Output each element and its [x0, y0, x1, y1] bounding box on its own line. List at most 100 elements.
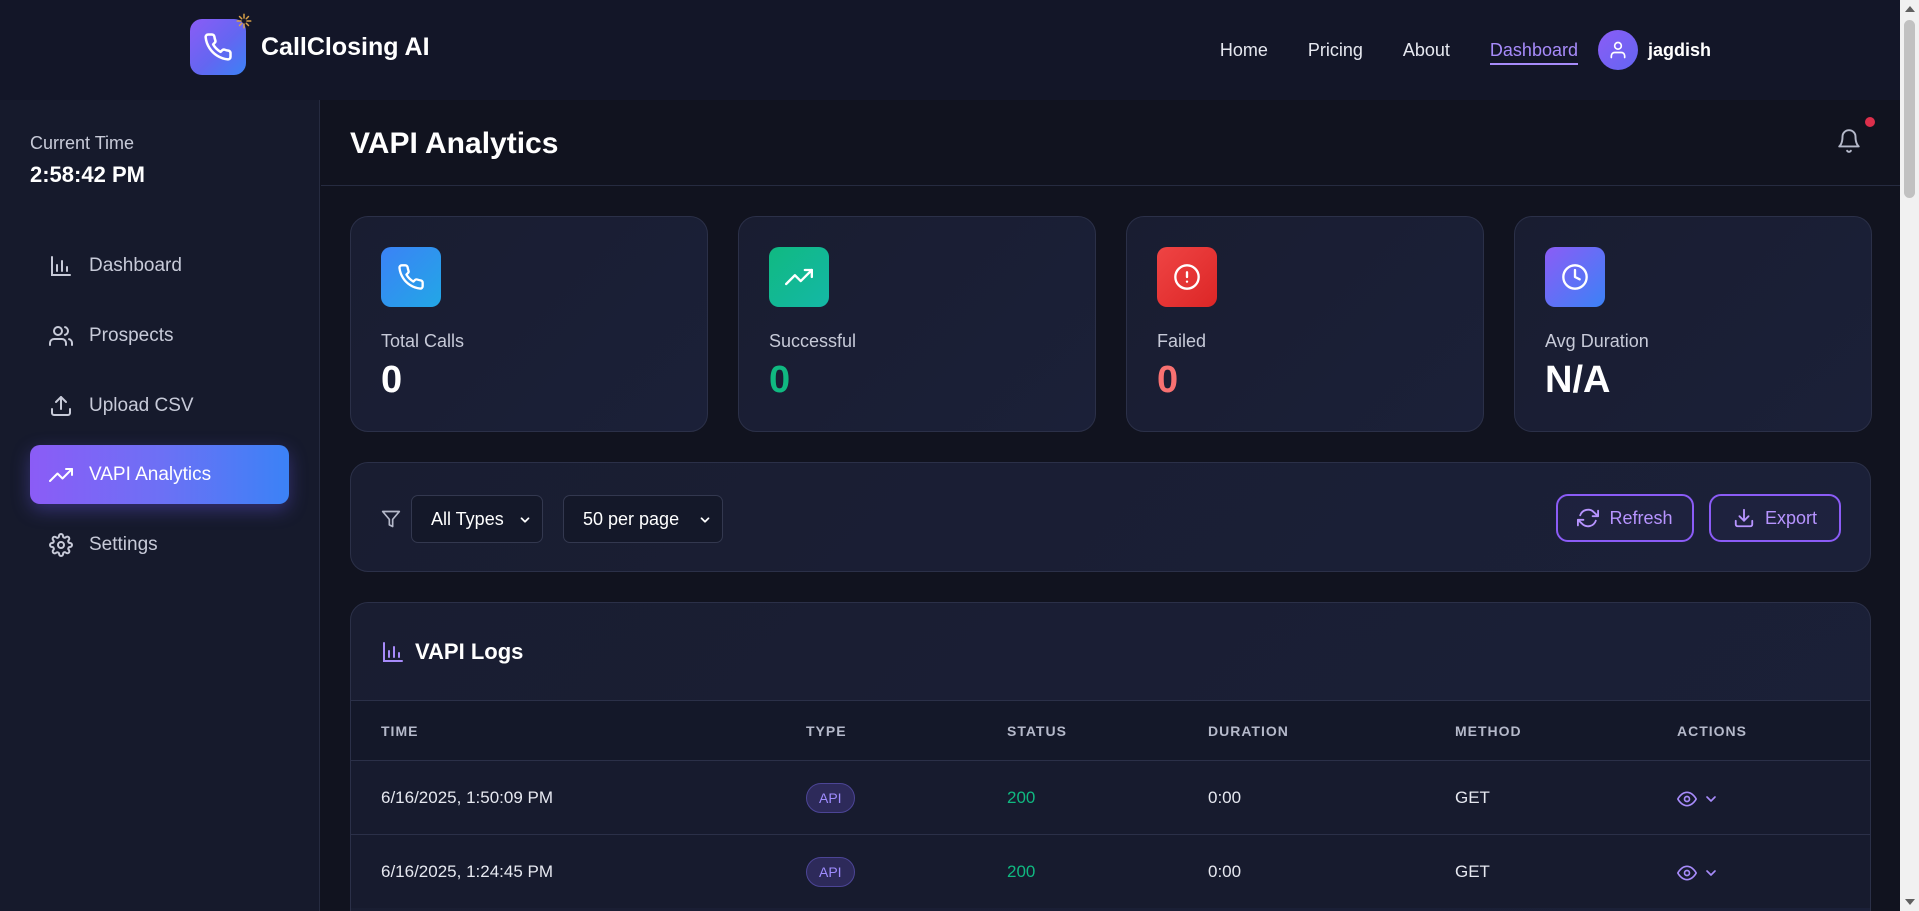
- column-header-duration[interactable]: DURATION: [1208, 723, 1289, 739]
- column-header-actions: ACTIONS: [1677, 723, 1747, 739]
- stat-value: 0: [381, 359, 403, 401]
- column-header-status[interactable]: STATUS: [1007, 723, 1067, 739]
- brand[interactable]: CallClosing AI: [190, 13, 430, 75]
- current-time-value: 2:58:42 PM: [30, 162, 145, 187]
- filter-toolbar: All Types 50 per page Refresh Export: [350, 462, 1871, 572]
- nav-pricing-link[interactable]: Pricing: [1308, 30, 1363, 70]
- trending-up-icon: [769, 247, 829, 307]
- cell-duration: 0:00: [1208, 788, 1242, 807]
- stat-label: Failed: [1157, 331, 1207, 351]
- page-header: VAPI Analytics: [321, 100, 1900, 186]
- refresh-icon: [1577, 507, 1600, 529]
- logs-header: VAPI Logs: [381, 639, 523, 665]
- sidebar-item-dashboard[interactable]: Dashboard: [30, 236, 289, 295]
- stat-value: 0: [1157, 359, 1179, 401]
- cell-time: 6/16/2025, 1:50:09 PM: [381, 788, 554, 807]
- bell-icon[interactable]: [1836, 128, 1862, 154]
- user-name: jagdish: [1647, 39, 1711, 60]
- phone-icon: [381, 247, 441, 307]
- chevron-down-icon[interactable]: [1703, 791, 1719, 807]
- cell-status: 200: [1007, 862, 1036, 881]
- logs-title: VAPI Logs: [415, 639, 524, 664]
- per-page-select[interactable]: 50 per page: [563, 495, 723, 543]
- logs-table: TIME TYPE STATUS DURATION METHOD ACTIONS…: [351, 700, 1870, 908]
- eye-icon[interactable]: [1677, 863, 1697, 883]
- refresh-label: Refresh: [1609, 507, 1673, 528]
- sparkle-icon: [235, 12, 253, 30]
- gear-icon: [49, 532, 73, 557]
- bar-chart-icon: [381, 640, 405, 664]
- page-title: VAPI Analytics: [350, 127, 559, 160]
- main-content: VAPI Analytics Total Calls 0 Successful …: [321, 100, 1900, 911]
- cell-status: 200: [1007, 788, 1036, 807]
- clock-icon: [1545, 247, 1605, 307]
- vapi-logs-panel: VAPI Logs TIME TYPE STATUS DURATION METH…: [350, 602, 1871, 911]
- refresh-button[interactable]: Refresh: [1556, 494, 1694, 542]
- users-icon: [49, 324, 73, 348]
- export-label: Export: [1764, 507, 1818, 528]
- table-row[interactable]: 6/16/2025, 1:24:45 PM API 200 0:00 GET: [351, 834, 1870, 908]
- stat-card-failed: Failed 0: [1126, 216, 1484, 432]
- bar-chart-icon: [49, 254, 73, 278]
- sidebar-item-label: Prospects: [89, 324, 174, 346]
- select-value: All Types: [431, 508, 504, 529]
- nav-dashboard-link[interactable]: Dashboard: [1489, 30, 1579, 70]
- type-badge: API: [806, 857, 855, 887]
- scroll-down-arrow-icon[interactable]: [1905, 899, 1915, 905]
- stat-value: N/A: [1545, 359, 1611, 401]
- alert-circle-icon: [1157, 247, 1217, 307]
- current-time-label: Current Time: [30, 133, 135, 153]
- sidebar-item-label: VAPI Analytics: [89, 463, 212, 485]
- stat-card-successful: Successful 0: [738, 216, 1096, 432]
- stat-label: Total Calls: [381, 331, 465, 351]
- table-row[interactable]: 6/16/2025, 1:50:09 PM API 200 0:00 GET: [351, 760, 1870, 834]
- sidebar-item-label: Dashboard: [89, 254, 182, 276]
- notification-badge: [1863, 115, 1877, 129]
- stat-card-avg-duration: Avg Duration N/A: [1514, 216, 1872, 432]
- sidebar-item-upload-csv[interactable]: Upload CSV: [30, 376, 289, 435]
- app-name: CallClosing AI: [261, 32, 430, 61]
- app-logo: [190, 13, 252, 75]
- cell-duration: 0:00: [1208, 862, 1242, 881]
- export-button[interactable]: Export: [1709, 494, 1841, 542]
- sidebar-item-label: Settings: [89, 533, 158, 555]
- column-header-time[interactable]: TIME: [381, 723, 418, 739]
- cell-method: GET: [1455, 862, 1490, 881]
- stat-card-total-calls: Total Calls 0: [350, 216, 708, 432]
- avatar[interactable]: [1597, 30, 1638, 70]
- main-nav: Home Pricing About Dashboard jagdish: [1220, 30, 1711, 70]
- nav-about-link[interactable]: About: [1403, 30, 1450, 70]
- stat-value: 0: [769, 359, 791, 401]
- sidebar-item-prospects[interactable]: Prospects: [30, 306, 289, 365]
- column-header-method[interactable]: METHOD: [1455, 723, 1522, 739]
- sidebar: Current Time 2:58:42 PM Dashboard Prospe…: [0, 100, 320, 911]
- phone-icon: [203, 32, 233, 62]
- sidebar-item-settings[interactable]: Settings: [30, 515, 289, 574]
- sidebar-item-label: Upload CSV: [89, 394, 194, 416]
- eye-icon[interactable]: [1677, 789, 1697, 809]
- chevron-down-icon[interactable]: [1703, 865, 1719, 881]
- trending-up-icon: [49, 463, 73, 487]
- table-header: TIME TYPE STATUS DURATION METHOD ACTIONS: [351, 700, 1870, 760]
- chevron-down-icon: [518, 513, 532, 527]
- chevron-down-icon: [698, 513, 712, 527]
- type-filter-select[interactable]: All Types: [411, 495, 543, 543]
- nav-home-link[interactable]: Home: [1220, 30, 1268, 70]
- type-badge: API: [806, 783, 855, 813]
- stat-label: Successful: [769, 331, 857, 351]
- top-navigation: CallClosing AI Home Pricing About Dashbo…: [0, 0, 1900, 100]
- page-scrollbar[interactable]: [1900, 0, 1919, 911]
- sidebar-item-vapi-analytics[interactable]: VAPI Analytics: [30, 445, 289, 504]
- select-value: 50 per page: [583, 508, 680, 529]
- column-header-type[interactable]: TYPE: [806, 723, 847, 739]
- row-actions: [1677, 863, 1719, 883]
- cell-time: 6/16/2025, 1:24:45 PM: [381, 862, 554, 881]
- filter-icon: [381, 509, 401, 529]
- cell-method: GET: [1455, 788, 1490, 807]
- scrollbar-thumb[interactable]: [1904, 20, 1915, 198]
- stat-label: Avg Duration: [1545, 331, 1649, 351]
- row-actions: [1677, 789, 1719, 809]
- user-menu[interactable]: jagdish: [1597, 30, 1711, 70]
- scroll-up-arrow-icon[interactable]: [1905, 6, 1915, 12]
- download-icon: [1733, 507, 1755, 529]
